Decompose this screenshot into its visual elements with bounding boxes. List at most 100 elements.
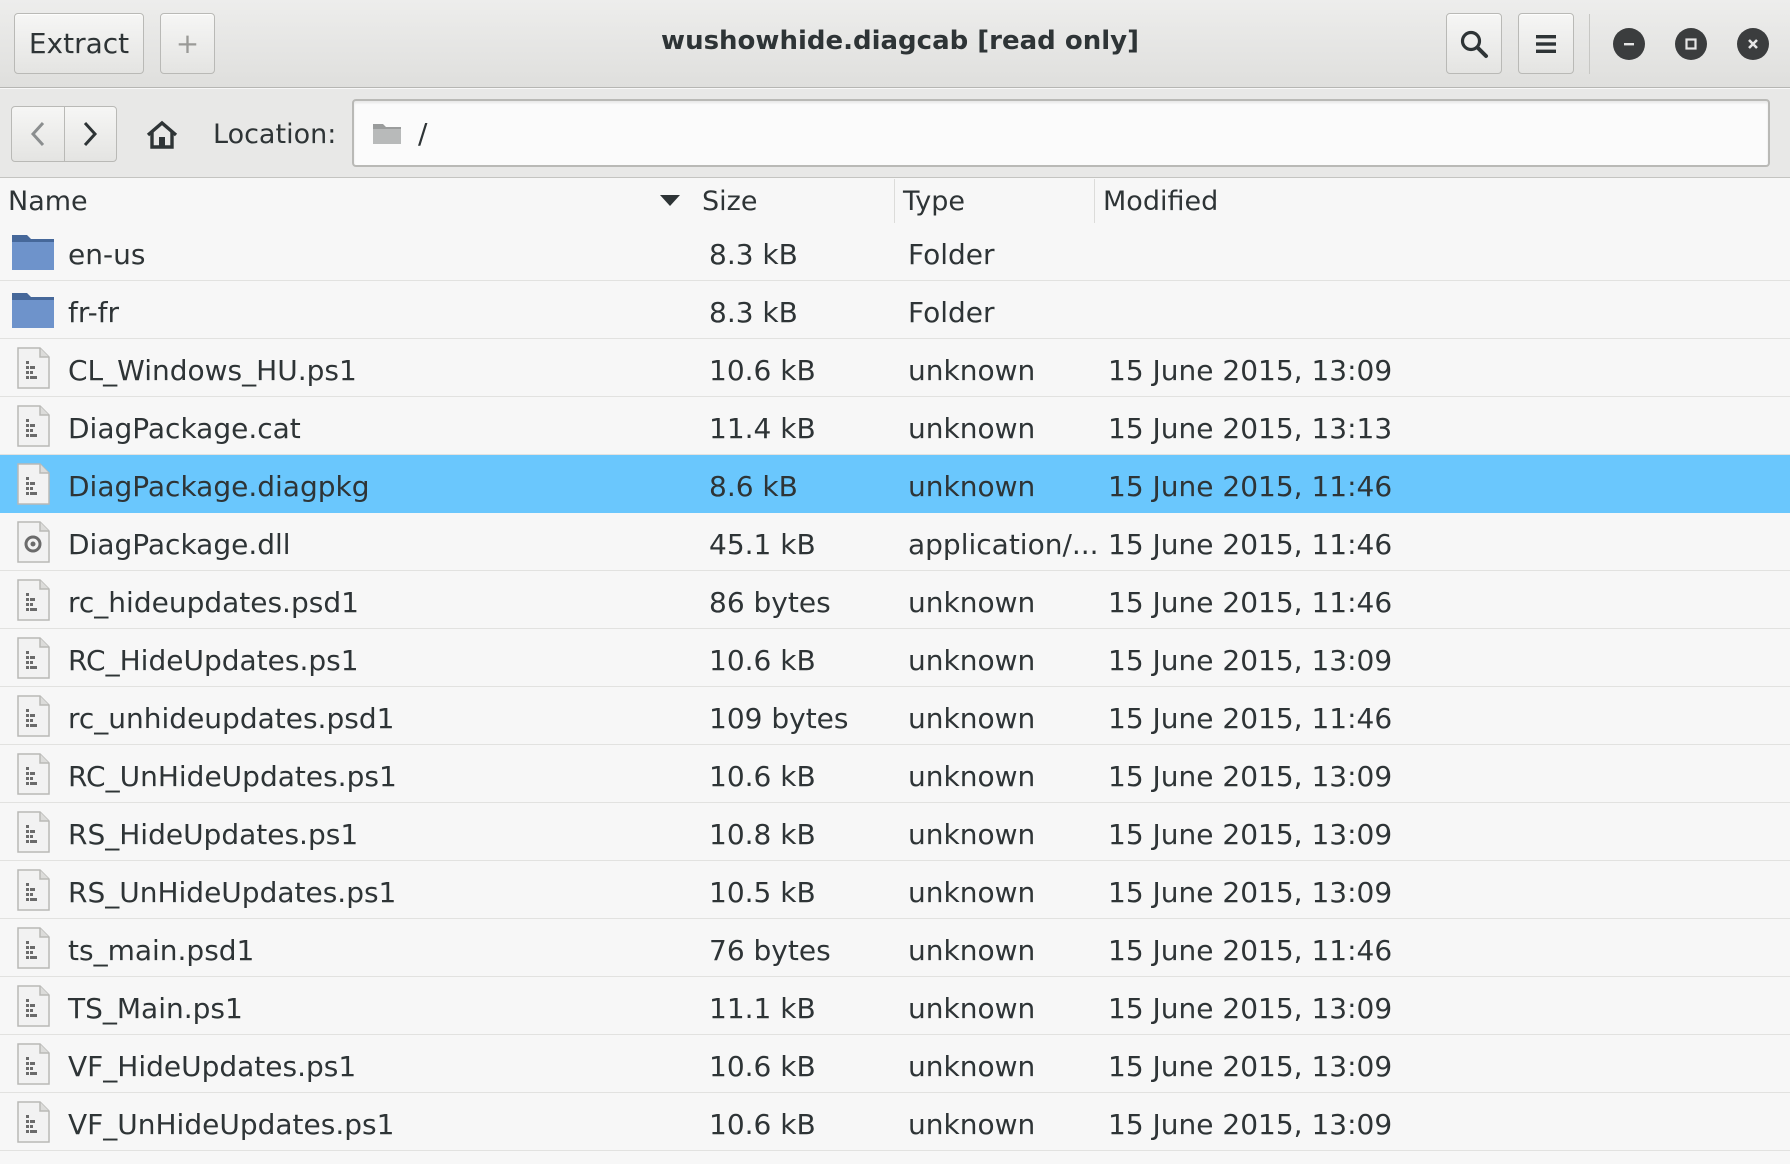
extract-button[interactable]: Extract	[14, 13, 144, 74]
file-icon	[10, 1099, 56, 1145]
search-button[interactable]	[1446, 13, 1502, 74]
file-icon	[10, 983, 56, 1029]
file-row[interactable]: ts_main.psd1 76 bytes unknown 15 June 2015,…	[0, 919, 1790, 977]
column-type[interactable]: Type	[894, 179, 1094, 223]
file-modified: 15 June 2015, 13:09	[1108, 818, 1393, 851]
chevron-right-icon	[84, 121, 98, 147]
file-size: 76 bytes	[709, 934, 831, 967]
home-button[interactable]	[140, 115, 184, 155]
close-icon	[1748, 39, 1758, 49]
file-row[interactable]: RS_UnHideUpdates.ps1 10.5 kB unknown 15 Jun…	[0, 861, 1790, 919]
file-modified: 15 June 2015, 13:09	[1108, 354, 1393, 387]
maximize-button[interactable]	[1675, 28, 1707, 60]
file-name: VF_HideUpdates.ps1	[68, 1050, 357, 1083]
file-modified: 15 June 2015, 13:09	[1108, 760, 1393, 793]
file-type: unknown	[908, 644, 1036, 677]
file-name: RS_HideUpdates.ps1	[68, 818, 359, 851]
file-name: en-us	[68, 238, 146, 271]
navigation-buttons	[11, 106, 117, 162]
file-size: 45.1 kB	[709, 528, 816, 561]
file-row[interactable]: rc_hideupdates.psd1 86 bytes unknown 15 Jun…	[0, 571, 1790, 629]
file-modified: 15 June 2015, 13:09	[1108, 1108, 1393, 1141]
minimize-button[interactable]	[1613, 28, 1645, 60]
file-type: Folder	[908, 238, 995, 271]
file-row[interactable]: fr-fr 8.3 kB Folder	[0, 281, 1790, 339]
chevron-left-icon	[30, 121, 44, 147]
file-size: 8.3 kB	[709, 238, 798, 271]
file-type: unknown	[908, 412, 1036, 445]
header-bar: Extract + wushowhide.diagcab [read only]	[0, 0, 1790, 88]
forward-button[interactable]	[63, 107, 117, 161]
file-modified: 15 June 2015, 11:46	[1108, 528, 1393, 561]
file-name: ts_main.psd1	[68, 934, 255, 967]
file-name: rc_unhideupdates.psd1	[68, 702, 395, 735]
file-row[interactable]: TS_Main.ps1 11.1 kB unknown 15 June 2015, 1…	[0, 977, 1790, 1035]
file-type: unknown	[908, 760, 1036, 793]
column-name[interactable]: Name	[0, 179, 694, 223]
file-size: 8.6 kB	[709, 470, 798, 503]
file-type: unknown	[908, 586, 1036, 619]
file-row[interactable]: RC_UnHideUpdates.ps1 10.6 kB unknown 15 Jun…	[0, 745, 1790, 803]
location-field[interactable]: /	[352, 99, 1770, 167]
file-type: application/...	[908, 528, 1099, 561]
file-row[interactable]: DiagPackage.diagpkg 8.6 kB unknown 15 June …	[0, 455, 1790, 513]
file-row[interactable]: VF_UnHideUpdates.ps1 10.6 kB unknown 15 Jun…	[0, 1093, 1790, 1151]
file-type: unknown	[908, 992, 1036, 1025]
file-name: rc_hideupdates.psd1	[68, 586, 359, 619]
back-button[interactable]	[12, 107, 64, 161]
file-row[interactable]: DiagPackage.cat 11.4 kB unknown 15 June 201…	[0, 397, 1790, 455]
file-icon	[10, 867, 56, 913]
column-header: Name Size Type Modified	[0, 179, 1790, 223]
search-icon	[1460, 30, 1488, 58]
file-size: 10.5 kB	[709, 876, 816, 909]
file-name: RC_HideUpdates.ps1	[68, 644, 359, 677]
add-files-button[interactable]: +	[160, 13, 215, 74]
window-title: wushowhide.diagcab [read only]	[661, 26, 1139, 56]
file-name: RC_UnHideUpdates.ps1	[68, 760, 397, 793]
file-type: unknown	[908, 818, 1036, 851]
file-row[interactable]: VF_HideUpdates.ps1 10.6 kB unknown 15 June …	[0, 1035, 1790, 1093]
file-icon	[10, 345, 56, 391]
file-type: unknown	[908, 1108, 1036, 1141]
file-type: unknown	[908, 934, 1036, 967]
file-type: unknown	[908, 876, 1036, 909]
file-size: 10.6 kB	[709, 644, 816, 677]
file-name: DiagPackage.diagpkg	[68, 470, 370, 503]
file-size: 10.8 kB	[709, 818, 816, 851]
header-separator	[1589, 14, 1590, 74]
file-row[interactable]: RS_HideUpdates.ps1 10.8 kB unknown 15 June …	[0, 803, 1790, 861]
file-row[interactable]: en-us 8.3 kB Folder	[0, 223, 1790, 281]
column-size[interactable]: Size	[694, 179, 894, 223]
file-row[interactable]: rc_unhideupdates.psd1 109 bytes unknown 15 …	[0, 687, 1790, 745]
file-size: 10.6 kB	[709, 354, 816, 387]
column-name-label: Name	[8, 185, 88, 217]
library-icon	[10, 519, 56, 565]
location-bar: Location: /	[0, 89, 1790, 178]
file-modified: 15 June 2015, 13:09	[1108, 992, 1393, 1025]
file-row[interactable]: RC_HideUpdates.ps1 10.6 kB unknown 15 June …	[0, 629, 1790, 687]
column-modified[interactable]: Modified	[1094, 179, 1790, 223]
folder-icon	[373, 124, 401, 144]
file-icon	[10, 461, 56, 507]
file-name: fr-fr	[68, 296, 120, 329]
column-type-label: Type	[903, 185, 966, 217]
folder-icon	[10, 287, 56, 333]
file-icon	[10, 693, 56, 739]
file-row[interactable]: CL_Windows_HU.ps1 10.6 kB unknown 15 June 2…	[0, 339, 1790, 397]
file-icon	[10, 751, 56, 797]
file-name: TS_Main.ps1	[68, 992, 243, 1025]
file-row[interactable]: DiagPackage.dll 45.1 kB application/... 15 …	[0, 513, 1790, 571]
menu-button[interactable]	[1518, 13, 1574, 74]
file-size: 109 bytes	[709, 702, 849, 735]
column-modified-label: Modified	[1103, 185, 1219, 217]
file-modified: 15 June 2015, 13:09	[1108, 1050, 1393, 1083]
file-type: Folder	[908, 296, 995, 329]
file-size: 10.6 kB	[709, 760, 816, 793]
file-size: 10.6 kB	[709, 1050, 816, 1083]
close-button[interactable]	[1737, 28, 1769, 60]
file-modified: 15 June 2015, 13:09	[1108, 876, 1393, 909]
file-size: 11.1 kB	[709, 992, 816, 1025]
file-modified: 15 June 2015, 13:09	[1108, 644, 1393, 677]
file-icon	[10, 809, 56, 855]
file-size: 86 bytes	[709, 586, 831, 619]
